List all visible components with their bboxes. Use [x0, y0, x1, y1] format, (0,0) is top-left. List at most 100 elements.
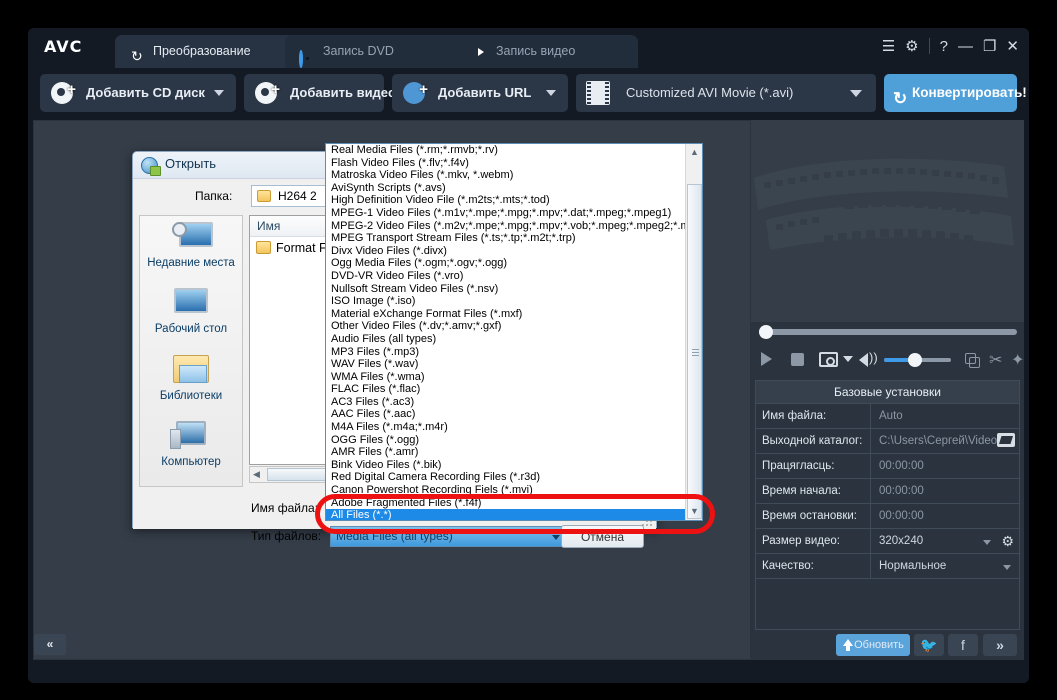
chevron-down-icon[interactable]: [983, 540, 991, 545]
chevron-down-icon[interactable]: [1003, 565, 1011, 570]
dropdown-item[interactable]: High Definition Video File (*.m2ts;*.mts…: [326, 194, 687, 207]
stop-icon[interactable]: [791, 353, 804, 366]
dropdown-item[interactable]: Divx Video Files (*.divx): [326, 245, 687, 258]
gear-icon[interactable]: ⚙: [905, 39, 918, 54]
output-format-label: Customized AVI Movie (*.avi): [626, 85, 794, 100]
dropdown-item[interactable]: Real Media Files (*.rm;*.rmvb;*.rv): [326, 144, 687, 157]
volume-handle[interactable]: [908, 353, 922, 367]
dropdown-item[interactable]: WAV Files (*.wav): [326, 358, 687, 371]
dropdown-item[interactable]: Ogg Media Files (*.ogm;*.ogv;*.ogg): [326, 257, 687, 270]
tab-video-record[interactable]: Запись видео: [458, 35, 638, 68]
twitter-icon[interactable]: 🐦: [914, 634, 944, 656]
dropdown-item[interactable]: Bink Video Files (*.bik): [326, 459, 687, 472]
output-format-selector[interactable]: Customized AVI Movie (*.avi): [576, 74, 876, 112]
folder-icon[interactable]: [997, 433, 1015, 447]
dropdown-item[interactable]: MPEG-1 Video Files (*.m1v;*.mpe;*.mpg;*.…: [326, 207, 687, 220]
snapshot-camera-icon[interactable]: [819, 352, 838, 367]
facebook-icon[interactable]: f: [948, 634, 978, 656]
more-button[interactable]: »: [983, 634, 1017, 656]
play-icon: [472, 43, 489, 60]
convert-label: Конвертировать!: [912, 85, 1027, 100]
dropdown-item[interactable]: MPEG-2 Video Files (*.m2v;*.mpe;*.mpg;*.…: [326, 220, 687, 233]
dropdown-item[interactable]: Audio Files (all types): [326, 333, 687, 346]
place-recent[interactable]: Недавние места: [140, 216, 242, 282]
speaker-icon[interactable]: [859, 353, 868, 367]
close-icon[interactable]: ✕: [1006, 39, 1019, 54]
dropdown-item[interactable]: FLAC Files (*.flac): [326, 383, 687, 396]
merge-icon[interactable]: [965, 353, 980, 368]
setting-value-start-time[interactable]: 00:00:00: [871, 479, 1019, 503]
setting-value-video-size[interactable]: 320x240 ⚙: [871, 529, 1019, 553]
dropdown-item[interactable]: Nullsoft Stream Video Files (*.nsv): [326, 283, 687, 296]
dropdown-item[interactable]: ISO Image (*.iso): [326, 295, 687, 308]
dropdown-item[interactable]: Red Digital Camera Recording Files (*.r3…: [326, 471, 687, 484]
maximize-icon[interactable]: ❐: [983, 39, 996, 54]
setting-value-stop-time[interactable]: 00:00:00: [871, 504, 1019, 528]
volume-slider[interactable]: [884, 353, 951, 367]
scroll-thumb[interactable]: [687, 184, 702, 519]
dropdown-item[interactable]: OGG Files (*.ogg): [326, 434, 687, 447]
dropdown-item[interactable]: Flash Video Files (*.flv;*.f4v): [326, 157, 687, 170]
add-video-button[interactable]: Добавить видео: [244, 71, 396, 112]
scroll-down-icon[interactable]: ▼: [686, 503, 702, 520]
scroll-left-icon[interactable]: ◀: [253, 469, 260, 480]
place-desktop[interactable]: Рабочий стол: [140, 282, 242, 348]
dropdown-item[interactable]: Other Video Files (*.dv;*.amv;*.gxf): [326, 320, 687, 333]
setting-value-quality[interactable]: Нормальное: [871, 554, 1019, 578]
filetype-combobox[interactable]: Media Files (all types): [330, 526, 567, 547]
place-libraries[interactable]: Библиотеки: [140, 348, 242, 414]
application-window: AVC Преобразование Запись DVD Запись вид…: [28, 28, 1029, 683]
task-list-icon[interactable]: ☰: [882, 39, 895, 54]
output-dir-text: C:\Users\Сергей\Video...: [879, 435, 1007, 447]
collapse-panel-button[interactable]: «: [34, 634, 66, 655]
seek-handle[interactable]: [759, 325, 773, 339]
dropdown-item[interactable]: M4A Files (*.m4a;*.m4r): [326, 421, 687, 434]
folder-label: Папка:: [195, 189, 233, 203]
dropdown-scrollbar[interactable]: ▲ ▼: [685, 144, 702, 520]
dropdown-item[interactable]: MP3 Files (*.mp3): [326, 346, 687, 359]
dropdown-item[interactable]: MPEG Transport Stream Files (*.ts;*.tp;*…: [326, 232, 687, 245]
effects-wand-icon[interactable]: ✦: [1011, 350, 1024, 370]
dropdown-item[interactable]: All Files (*.*): [326, 509, 687, 520]
minimize-icon[interactable]: —: [958, 39, 973, 54]
add-cd-button[interactable]: Добавить CD диск: [40, 71, 236, 112]
add-url-button[interactable]: Добавить URL: [392, 71, 568, 112]
dropdown-item[interactable]: Material eXchange Format Files (*.mxf): [326, 308, 687, 321]
place-label: Недавние места: [147, 257, 235, 269]
dropdown-item[interactable]: Adobe Fragmented Files (*.f4f): [326, 497, 687, 510]
seek-slider[interactable]: [759, 325, 1017, 339]
tab-dvd-burn[interactable]: Запись DVD: [285, 35, 480, 68]
tab-convert[interactable]: Преобразование: [115, 35, 295, 68]
dropdown-item[interactable]: AMR Files (*.amr): [326, 446, 687, 459]
gear-icon[interactable]: ⚙: [1001, 533, 1014, 549]
chevron-down-icon[interactable]: [843, 356, 853, 362]
folder-value: H264 2: [278, 189, 317, 203]
chevron-down-icon[interactable]: [546, 90, 556, 96]
play-icon[interactable]: [761, 352, 772, 366]
cancel-button[interactable]: Отмена: [561, 525, 644, 548]
dropdown-item[interactable]: Matroska Video Files (*.mkv, *.webm): [326, 169, 687, 182]
dropdown-item[interactable]: AC3 Files (*.ac3): [326, 396, 687, 409]
update-button[interactable]: Обновить: [836, 634, 910, 656]
dropdown-item[interactable]: WMA Files (*.wma): [326, 371, 687, 384]
convert-button[interactable]: Конвертировать!: [884, 74, 1027, 118]
dropdown-item[interactable]: AviSynth Scripts (*.avs): [326, 182, 687, 195]
chevron-down-icon[interactable]: [552, 535, 560, 540]
scissors-icon[interactable]: ✂: [989, 350, 1002, 370]
preview-area[interactable]: [751, 120, 1024, 322]
scroll-up-icon[interactable]: ▲: [686, 144, 702, 161]
dropdown-item[interactable]: DVD-VR Video Files (*.vro): [326, 270, 687, 283]
filetype-dropdown-list[interactable]: Real Media Files (*.rm;*.rmvb;*.rv) Flash…: [325, 143, 703, 521]
setting-value-duration[interactable]: 00:00:00: [871, 454, 1019, 478]
place-computer[interactable]: Компьютер: [140, 414, 242, 480]
window-controls: ☰ ⚙ ? — ❐ ✕: [882, 38, 1019, 54]
chevron-down-icon[interactable]: [850, 90, 862, 97]
dropdown-item[interactable]: AAC Files (*.aac): [326, 408, 687, 421]
setting-value-filename[interactable]: Auto: [871, 404, 1019, 428]
setting-value-output-dir[interactable]: C:\Users\Сергей\Video...: [871, 429, 1019, 453]
dropdown-item[interactable]: Canon Powershot Recording Fiels (*.mvi): [326, 484, 687, 497]
help-icon[interactable]: ?: [940, 39, 948, 54]
setting-row-start-time: Время начала: 00:00:00: [756, 479, 1019, 504]
chevron-down-icon[interactable]: [214, 90, 224, 96]
place-network[interactable]: Сеть: [140, 480, 242, 486]
